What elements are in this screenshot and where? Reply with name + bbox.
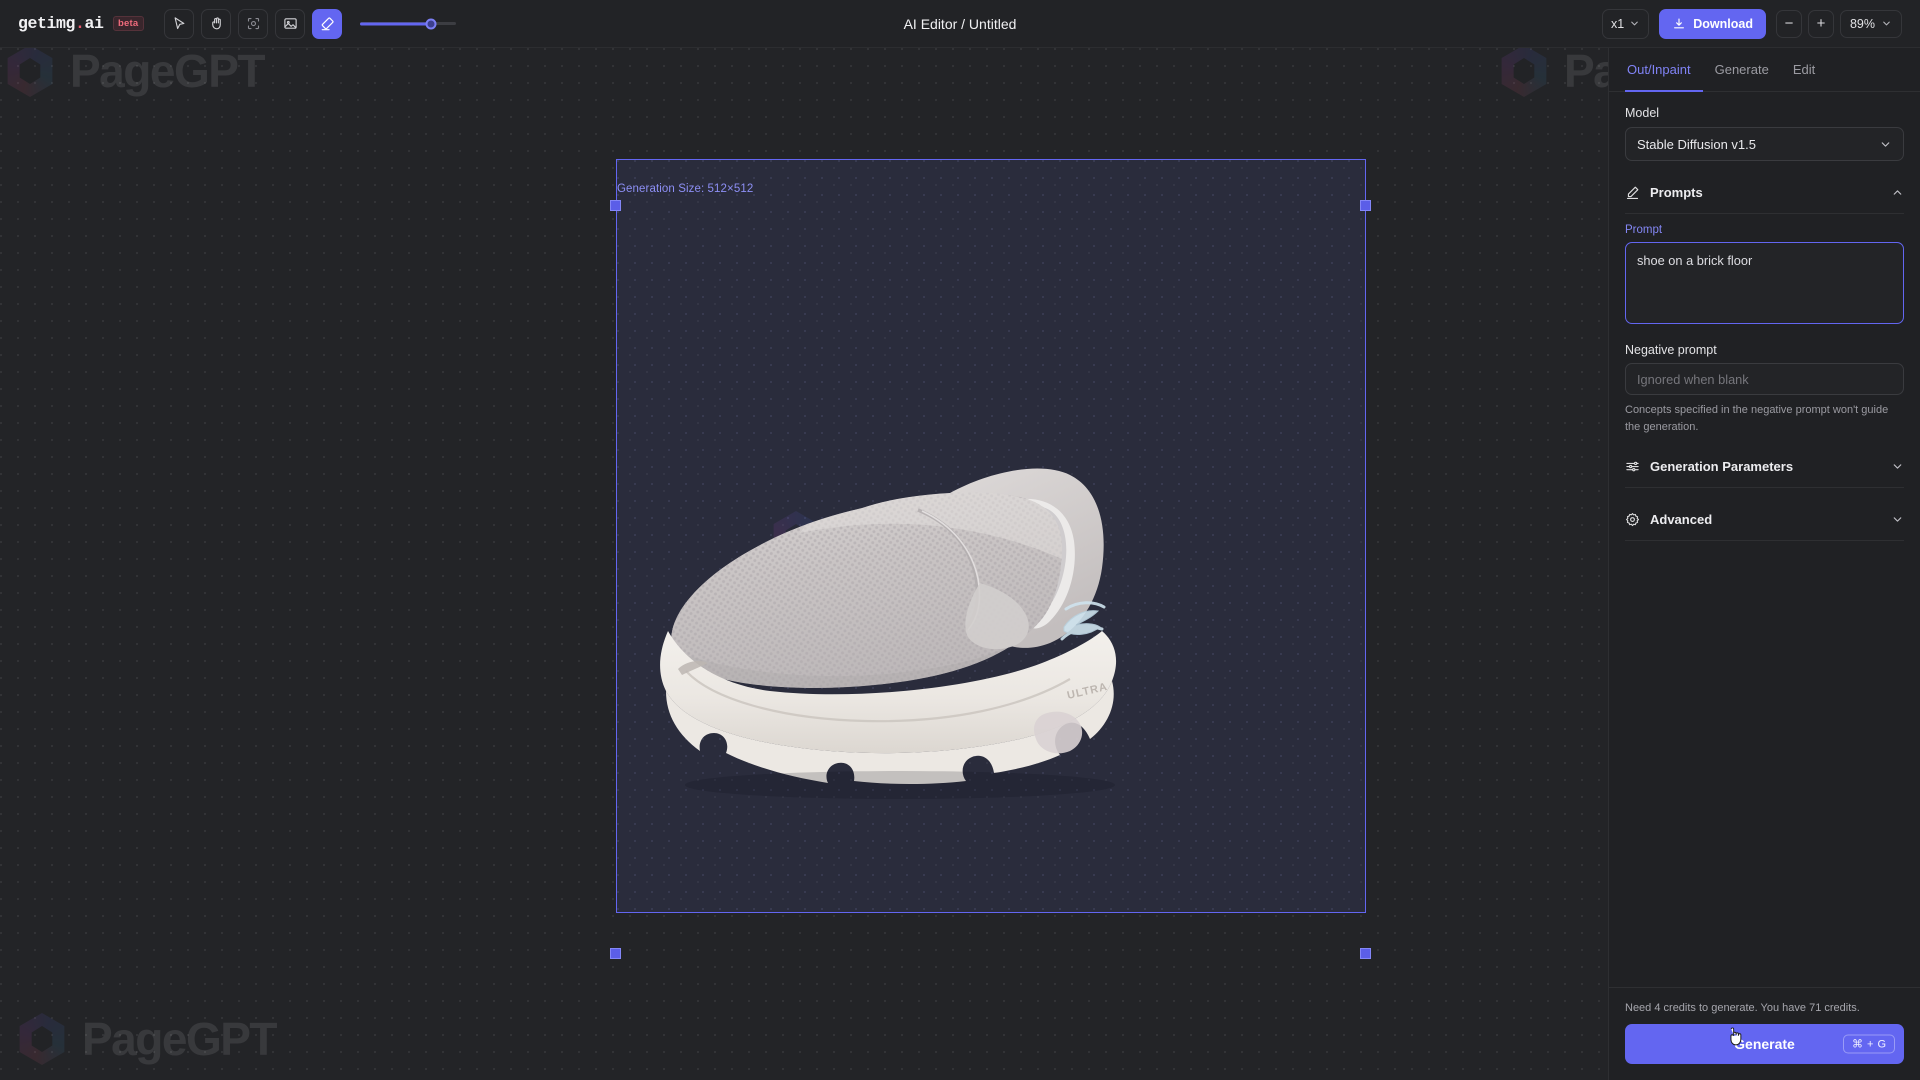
chevron-down-icon <box>1893 463 1902 469</box>
generate-button[interactable]: Generate ⌘ + G <box>1625 1024 1904 1064</box>
scale-value: x1 <box>1611 16 1625 31</box>
slider-fill <box>360 22 432 25</box>
pagegpt-logo-icon <box>19 1013 65 1065</box>
zoom-group: − + 89% <box>1775 9 1902 38</box>
zoom-level-select[interactable]: 89% <box>1839 9 1902 38</box>
chevron-down-icon <box>1631 21 1639 26</box>
pagegpt-logo-icon <box>7 48 53 97</box>
sliders-icon <box>1626 461 1639 471</box>
download-icon <box>1674 17 1685 28</box>
generation-parameters-section-header[interactable]: Generation Parameters <box>1625 445 1904 487</box>
advanced-title: Advanced <box>1650 511 1713 527</box>
generate-button-label: Generate <box>1734 1036 1795 1052</box>
prompt-label: Prompt <box>1625 224 1663 236</box>
chevron-down-icon <box>1883 21 1890 26</box>
prompts-section-title: Prompts <box>1650 184 1703 200</box>
model-select[interactable]: Stable Diffusion v1.5 <box>1625 127 1904 161</box>
image-icon <box>283 18 297 29</box>
negative-prompt-label: Negative prompt <box>1625 343 1717 357</box>
zoom-level-value: 89% <box>1849 16 1875 31</box>
resize-handle-bottom-right[interactable] <box>1360 948 1371 959</box>
logo-text: getimg.ai <box>18 14 104 33</box>
right-sidebar-panel: Out/Inpaint Generate Edit Model Stable D… <box>1608 48 1920 1080</box>
watermark: PageGPT <box>16 1012 278 1066</box>
generation-size-label: Generation Size: 512×512 <box>617 183 754 195</box>
crosshair-frame-icon <box>247 17 259 30</box>
panel-tabs: Out/Inpaint Generate Edit <box>1609 48 1920 92</box>
prompt-input[interactable] <box>1625 242 1904 324</box>
select-tool-button[interactable] <box>164 8 194 39</box>
divider <box>1625 540 1904 541</box>
shortcut-mod: ⌘ <box>1852 1038 1863 1051</box>
image-tool-button[interactable] <box>275 8 305 39</box>
zoom-out-button[interactable]: − <box>1775 9 1802 38</box>
eraser-icon <box>321 16 334 30</box>
prompts-section-header[interactable]: Prompts <box>1625 171 1904 213</box>
download-button[interactable]: Download <box>1659 8 1766 39</box>
watermark-text: PageGPT <box>70 48 266 97</box>
shoe-image[interactable]: ULTRA <box>650 463 1275 813</box>
editor-canvas[interactable]: PageGPT PageGPT PageGPT PageGPT <box>0 48 1608 1080</box>
hand-icon <box>211 17 221 30</box>
scale-select[interactable]: x1 <box>1602 8 1650 39</box>
watermark-text: PageGPT <box>1563 48 1608 97</box>
tab-edit[interactable]: Edit <box>1781 48 1827 92</box>
download-label: Download <box>1693 16 1753 31</box>
gear-icon <box>1626 512 1640 526</box>
panel-footer: Need 4 credits to generate. You have 71 … <box>1609 987 1920 1080</box>
negative-prompt-help: Concepts specified in the negative promp… <box>1625 404 1889 433</box>
shoe-illustration: ULTRA <box>660 468 1117 799</box>
pan-tool-button[interactable] <box>201 8 231 39</box>
ai-editor-window: getimg.ai beta AI Editor / Untitled x1 D… <box>0 0 1920 1080</box>
divider <box>1625 487 1904 488</box>
divider <box>1625 213 1904 214</box>
model-label: Model <box>1625 106 1660 120</box>
resize-handle-top-right[interactable] <box>1360 200 1371 211</box>
watermark-text: PageGPT <box>82 1013 278 1065</box>
advanced-section-header[interactable]: Advanced <box>1625 498 1904 540</box>
chevron-down-icon <box>1893 516 1902 522</box>
slider-knob[interactable] <box>425 18 437 29</box>
generate-shortcut-badge: ⌘ + G <box>1843 1034 1895 1054</box>
shortcut-key: G <box>1877 1038 1886 1050</box>
eraser-tool-button[interactable] <box>312 8 342 39</box>
chevron-up-icon <box>1893 189 1902 195</box>
watermark: PageGPT <box>4 48 266 98</box>
resize-handle-top-left[interactable] <box>610 200 621 211</box>
top-toolbar: getimg.ai beta AI Editor / Untitled x1 D… <box>0 0 1920 48</box>
tab-generate[interactable]: Generate <box>1703 48 1781 92</box>
model-value: Stable Diffusion v1.5 <box>1637 136 1756 152</box>
app-logo[interactable]: getimg.ai beta <box>0 14 150 33</box>
cursor-arrow-icon <box>174 17 184 30</box>
tab-out-inpaint[interactable]: Out/Inpaint <box>1625 48 1703 92</box>
credits-status-text: Need 4 credits to generate. You have 71 … <box>1625 1002 1860 1014</box>
tool-group <box>164 8 342 39</box>
pencil-icon <box>1626 186 1639 199</box>
generation-parameters-title: Generation Parameters <box>1650 458 1794 474</box>
brush-size-slider[interactable] <box>360 14 456 34</box>
shortcut-plus: + <box>1867 1038 1874 1050</box>
chevron-down-icon <box>1881 141 1890 147</box>
beta-badge: beta <box>112 16 144 31</box>
resize-handle-bottom-left[interactable] <box>610 948 621 959</box>
toolbar-right-group: x1 Download − + 89% <box>1602 8 1920 39</box>
negative-prompt-input[interactable] <box>1625 363 1904 395</box>
zoom-in-button[interactable]: + <box>1807 9 1834 38</box>
pagegpt-logo-icon <box>1501 48 1547 97</box>
focus-tool-button[interactable] <box>238 8 268 39</box>
watermark: PageGPT <box>1498 48 1608 98</box>
panel-body: Model Stable Diffusion v1.5 Prompts Prom… <box>1609 92 1920 987</box>
